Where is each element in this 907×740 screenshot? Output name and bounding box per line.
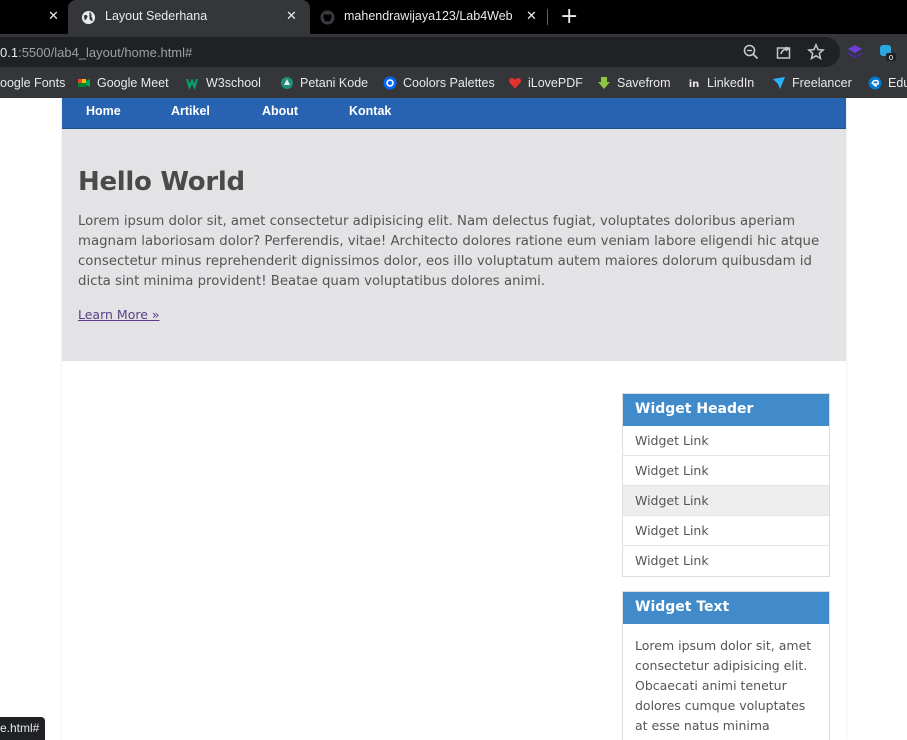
- status-bar: e.html#: [0, 717, 46, 740]
- tab-title: Layout Sederhana: [105, 9, 208, 23]
- nav-link-home[interactable]: Home: [86, 104, 121, 118]
- globe-icon: [81, 10, 96, 25]
- bookmarks-bar: oogle Fonts Google Meet W3school Petani …: [0, 70, 907, 98]
- page-viewport: Home Artikel About Kontak Hello World Lo…: [0, 98, 907, 740]
- widget-header: Widget Header: [623, 394, 829, 426]
- widget-link[interactable]: Widget Link: [623, 426, 829, 456]
- linkedin-icon: in: [688, 77, 700, 90]
- bookmark-label: Google Meet: [97, 76, 169, 90]
- petani-kode-icon: [281, 77, 293, 89]
- coolors-icon: [383, 76, 397, 90]
- bookmark-label: oogle Fonts: [0, 76, 66, 90]
- close-icon[interactable]: ✕: [48, 9, 59, 24]
- nav-link-about[interactable]: About: [262, 104, 298, 118]
- tab-layout-sederhana[interactable]: Layout Sederhana ✕: [68, 0, 310, 34]
- widget-link[interactable]: Widget Link: [623, 486, 829, 516]
- hero-body: Lorem ipsum dolor sit, amet consectetur …: [78, 214, 820, 289]
- bookmark-item[interactable]: Savefrom: [597, 76, 671, 90]
- browser-toolbar: 0.1:5500/lab4_layout/home.html# 0: [0, 34, 907, 70]
- tab-title: mahendrawijaya123/Lab4Web: [344, 9, 513, 23]
- close-icon[interactable]: ✕: [286, 9, 297, 24]
- extension-icon[interactable]: [846, 43, 864, 61]
- bookmark-label: Savefrom: [617, 76, 671, 90]
- svg-text:0: 0: [889, 54, 893, 61]
- share-icon[interactable]: [775, 43, 793, 61]
- bookmark-star-icon[interactable]: [807, 43, 825, 61]
- github-icon: [320, 10, 335, 25]
- widget-link-list: Widget Link Widget Link Widget Link Widg…: [623, 426, 829, 576]
- widget-text: Widget Text Lorem ipsum dolor sit, amet …: [622, 591, 830, 740]
- url-host: 0.1: [0, 45, 19, 60]
- bookmark-label: Coolors Palettes: [403, 76, 495, 90]
- bookmark-label: Edu: [888, 76, 907, 90]
- page-container: Home Artikel About Kontak Hello World Lo…: [62, 98, 846, 740]
- zoom-icon[interactable]: [742, 43, 760, 61]
- bookmark-item[interactable]: Coolors Palettes: [383, 76, 495, 90]
- bookmark-item[interactable]: Google Meet: [77, 76, 169, 90]
- savefrom-icon: [598, 77, 610, 89]
- tab-github-repo[interactable]: mahendrawijaya123/Lab4Web ✕: [312, 0, 548, 34]
- tab-previous[interactable]: ✕: [0, 0, 68, 34]
- bookmark-item[interactable]: Petani Kode: [280, 76, 368, 90]
- freelancer-icon: [773, 77, 785, 89]
- url-text[interactable]: 0.1:5500/lab4_layout/home.html#: [0, 45, 192, 60]
- tab-strip: ✕ Layout Sederhana ✕ mahendrawijaya123/L…: [0, 0, 907, 34]
- bookmark-item[interactable]: iLovePDF: [508, 76, 583, 90]
- extension-badge-icon[interactable]: 0: [878, 43, 896, 61]
- bookmark-item[interactable]: Freelancer: [772, 76, 852, 90]
- hero-section: Hello World Lorem ipsum dolor sit, amet …: [62, 129, 846, 361]
- widget-text-body: Lorem ipsum dolor sit, amet consectetur …: [635, 638, 812, 740]
- bookmark-label: W3school: [206, 76, 261, 90]
- w3schools-icon: [186, 78, 198, 90]
- widget-text-header: Widget Text: [623, 592, 829, 624]
- widget-link[interactable]: Widget Link: [623, 516, 829, 546]
- hero-title: Hello World: [78, 167, 245, 197]
- bookmark-label: iLovePDF: [528, 76, 583, 90]
- bookmark-item[interactable]: oogle Fonts: [0, 76, 65, 90]
- ilovepdf-icon: [509, 77, 521, 89]
- widget-link[interactable]: Widget Link: [623, 456, 829, 486]
- url-path: :5500/lab4_layout/home.html#: [18, 45, 193, 60]
- nav-link-artikel[interactable]: Artikel: [171, 104, 210, 118]
- bookmark-item[interactable]: in LinkedIn: [687, 76, 754, 90]
- learn-more-link[interactable]: Learn More »: [78, 307, 160, 322]
- bookmark-item[interactable]: W3school: [186, 76, 261, 90]
- new-tab-icon[interactable]: +: [560, 4, 578, 29]
- widget-links: Widget Header Widget Link Widget Link Wi…: [622, 393, 830, 577]
- tab-separator: [547, 9, 548, 25]
- main-nav: Home Artikel About Kontak: [62, 98, 846, 129]
- svg-text:in: in: [689, 79, 700, 90]
- bookmark-label: LinkedIn: [707, 76, 755, 90]
- nav-link-kontak[interactable]: Kontak: [349, 104, 391, 118]
- google-meet-icon: [78, 79, 90, 87]
- bookmark-item[interactable]: Edu: [868, 76, 907, 90]
- address-bar[interactable]: 0.1:5500/lab4_layout/home.html#: [0, 37, 840, 67]
- close-icon[interactable]: ✕: [526, 9, 537, 24]
- bookmark-label: Petani Kode: [300, 76, 369, 90]
- widget-link[interactable]: Widget Link: [623, 546, 829, 576]
- edge-icon: [868, 76, 882, 90]
- bookmark-label: Freelancer: [792, 76, 852, 90]
